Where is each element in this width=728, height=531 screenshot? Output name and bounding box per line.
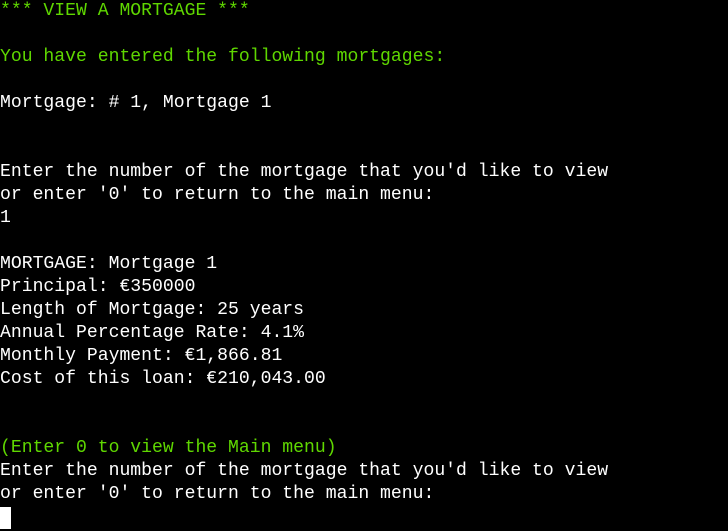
mortgage-monthly-payment: Monthly Payment: €1,866.81 (0, 346, 283, 366)
select-prompt-line-1: Enter the number of the mortgage that yo… (0, 162, 609, 182)
mortgage-list-intro: You have entered the following mortgages… (0, 47, 446, 67)
view-mortgage-header: *** VIEW A MORTGAGE *** (0, 1, 250, 21)
main-menu-hint: (Enter 0 to view the Main menu) (0, 438, 337, 458)
mortgage-apr: Annual Percentage Rate: 4.1% (0, 323, 305, 343)
terminal-cursor[interactable] (0, 507, 11, 529)
user-input-echo: 1 (0, 208, 11, 228)
select-prompt-line-1-repeat: Enter the number of the mortgage that yo… (0, 461, 609, 481)
terminal-window[interactable]: *** VIEW A MORTGAGE *** You have entered… (0, 0, 728, 531)
mortgage-length: Length of Mortgage: 25 years (0, 300, 305, 320)
mortgage-list-item: Mortgage: # 1, Mortgage 1 (0, 93, 272, 113)
select-prompt-line-2-repeat: or enter '0' to return to the main menu: (0, 484, 435, 504)
mortgage-total-cost: Cost of this loan: €210,043.00 (0, 369, 326, 389)
mortgage-name: MORTGAGE: Mortgage 1 (0, 254, 218, 274)
select-prompt-line-2: or enter '0' to return to the main menu: (0, 185, 435, 205)
mortgage-principal: Principal: €350000 (0, 277, 196, 297)
